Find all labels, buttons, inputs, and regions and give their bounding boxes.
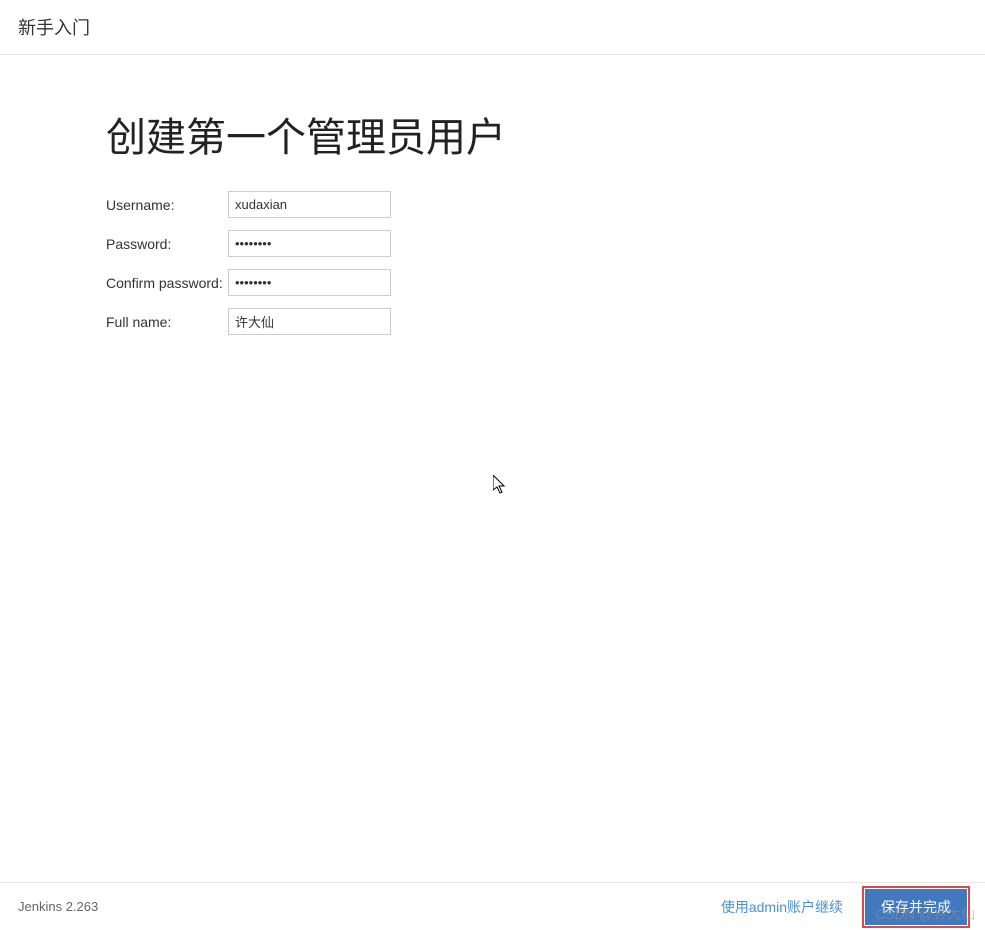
username-label: Username: <box>106 197 228 213</box>
full-name-row: Full name: <box>106 308 985 335</box>
full-name-label: Full name: <box>106 314 228 330</box>
header: 新手入门 <box>0 0 985 55</box>
full-name-input[interactable] <box>228 308 391 335</box>
username-row: Username: <box>106 191 985 218</box>
username-input[interactable] <box>228 191 391 218</box>
footer-version: Jenkins 2.263 <box>18 899 721 914</box>
password-input[interactable] <box>228 230 391 257</box>
confirm-password-label: Confirm password: <box>106 275 228 291</box>
continue-as-admin-link[interactable]: 使用admin账户继续 <box>721 897 843 917</box>
footer-actions: 使用admin账户继续 保存并完成 <box>721 889 967 925</box>
confirm-password-input[interactable] <box>228 269 391 296</box>
save-and-finish-button[interactable]: 保存并完成 <box>865 889 967 925</box>
page-title: 创建第一个管理员用户 <box>106 105 985 163</box>
footer: Jenkins 2.263 使用admin账户继续 保存并完成 <box>0 882 985 930</box>
header-title: 新手入门 <box>18 18 90 38</box>
main-content: 创建第一个管理员用户 Username: Password: Confirm p… <box>0 55 985 335</box>
confirm-password-row: Confirm password: <box>106 269 985 296</box>
password-row: Password: <box>106 230 985 257</box>
password-label: Password: <box>106 236 228 252</box>
mouse-cursor-icon <box>493 475 509 495</box>
